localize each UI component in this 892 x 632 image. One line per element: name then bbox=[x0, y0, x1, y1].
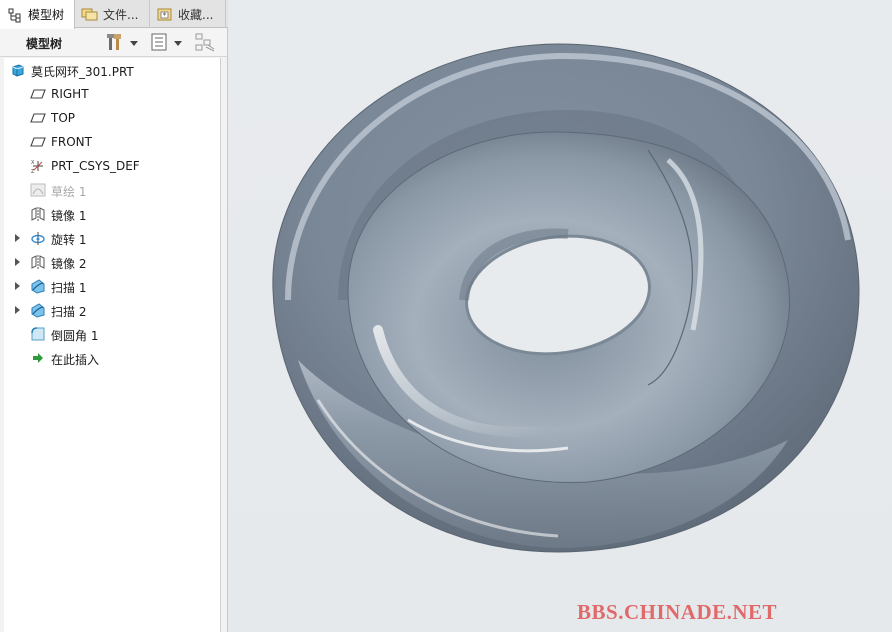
datum-plane-icon bbox=[30, 86, 46, 102]
tree-item-label: RIGHT bbox=[51, 87, 89, 101]
tree-item-label: 草绘 1 bbox=[51, 185, 87, 199]
tree-item-insert-here[interactable]: 在此插入 bbox=[4, 347, 221, 369]
mirror-icon bbox=[30, 254, 46, 270]
tree-item-label: 倒圆角 1 bbox=[51, 329, 99, 343]
chevron-down-icon bbox=[130, 40, 138, 46]
tree-filter-button[interactable] bbox=[194, 32, 216, 54]
show-list-icon bbox=[150, 32, 168, 55]
tab-file-browser[interactable]: 文件... bbox=[75, 0, 150, 28]
panel-tabs: 模型树 文件... * 收藏... bbox=[0, 0, 228, 29]
tree-item-revolve-1[interactable]: 旋转 1 bbox=[4, 227, 221, 249]
tree-item-sweep-1[interactable]: 扫描 1 bbox=[4, 275, 221, 297]
svg-text:X: X bbox=[31, 160, 35, 166]
tree-item-round-1[interactable]: 倒圆角 1 bbox=[4, 323, 221, 345]
tree-item-front[interactable]: FRONT bbox=[4, 131, 221, 153]
moebius-torus-3d-model[interactable] bbox=[228, 0, 892, 632]
tree-item-label: 旋转 1 bbox=[51, 233, 87, 247]
tree-filter-icon bbox=[194, 32, 216, 55]
expand-arrow-icon[interactable] bbox=[15, 306, 20, 314]
tree-item-label: 扫描 1 bbox=[51, 281, 87, 295]
tree-item-label: TOP bbox=[51, 111, 76, 125]
show-dropdown-button[interactable] bbox=[150, 32, 182, 54]
tab-model-tree-label: 模型树 bbox=[28, 8, 65, 22]
folder-browser-icon bbox=[81, 5, 99, 23]
tree-item-csys[interactable]: XZ PRT_CSYS_DEF bbox=[4, 155, 221, 177]
model-tree: 莫氏网环_301.PRT RIGHT TOP FRONT XZ PRT_CSYS… bbox=[4, 58, 221, 632]
tree-item-label: FRONT bbox=[51, 135, 92, 149]
tree-root-part[interactable]: 莫氏网环_301.PRT bbox=[4, 59, 221, 81]
model-tree-title: 模型树 bbox=[26, 37, 63, 51]
datum-plane-icon bbox=[30, 110, 46, 126]
favorites-icon: * bbox=[156, 5, 174, 23]
tree-item-mirror-1[interactable]: 镜像 1 bbox=[4, 203, 221, 225]
revolve-icon bbox=[30, 230, 46, 246]
tree-item-sweep-2[interactable]: 扫描 2 bbox=[4, 299, 221, 321]
graphics-viewport[interactable]: BBS.CHINADE.NET bbox=[228, 0, 892, 632]
tree-item-mirror-2[interactable]: 镜像 2 bbox=[4, 251, 221, 273]
tree-item-label: 镜像 1 bbox=[51, 209, 87, 223]
expand-arrow-icon[interactable] bbox=[15, 234, 20, 242]
tree-item-label: 在此插入 bbox=[51, 353, 100, 367]
model-tree-toolbar: 模型树 bbox=[0, 29, 227, 57]
tree-item-sketch[interactable]: 草绘 1 bbox=[4, 179, 221, 201]
model-tree-panel: 模型树 文件... * 收藏... 模型树 莫氏网环_301.PRT RIGHT… bbox=[0, 0, 228, 632]
round-icon bbox=[30, 326, 46, 342]
expand-arrow-icon[interactable] bbox=[15, 258, 20, 266]
svg-text:Z: Z bbox=[31, 169, 35, 174]
mirror-icon bbox=[30, 206, 46, 222]
coordinate-system-icon: XZ bbox=[30, 158, 46, 174]
sweep-icon bbox=[30, 302, 46, 318]
insert-here-arrow-icon bbox=[30, 350, 46, 366]
model-tree-icon bbox=[6, 6, 24, 24]
watermark-text: BBS.CHINADE.NET bbox=[577, 600, 778, 624]
tab-model-tree[interactable]: 模型树 bbox=[0, 0, 75, 29]
settings-dropdown-button[interactable] bbox=[106, 32, 138, 54]
part-icon bbox=[10, 62, 26, 78]
tree-item-right[interactable]: RIGHT bbox=[4, 83, 221, 105]
tab-favorites[interactable]: * 收藏... bbox=[150, 0, 226, 28]
sketch-icon bbox=[30, 182, 46, 198]
tree-root-label: 莫氏网环_301.PRT bbox=[31, 65, 134, 79]
chevron-down-icon bbox=[174, 40, 182, 46]
datum-plane-icon bbox=[30, 134, 46, 150]
expand-arrow-icon[interactable] bbox=[15, 282, 20, 290]
tree-item-label: 镜像 2 bbox=[51, 257, 87, 271]
tab-file-browser-label: 文件... bbox=[103, 7, 139, 22]
tree-item-label: PRT_CSYS_DEF bbox=[51, 159, 140, 173]
tree-item-label: 扫描 2 bbox=[51, 305, 87, 319]
settings-tools-icon bbox=[106, 32, 124, 55]
sweep-icon bbox=[30, 278, 46, 294]
tree-item-top[interactable]: TOP bbox=[4, 107, 221, 129]
svg-text:*: * bbox=[163, 12, 167, 20]
tab-favorites-label: 收藏... bbox=[178, 7, 214, 22]
